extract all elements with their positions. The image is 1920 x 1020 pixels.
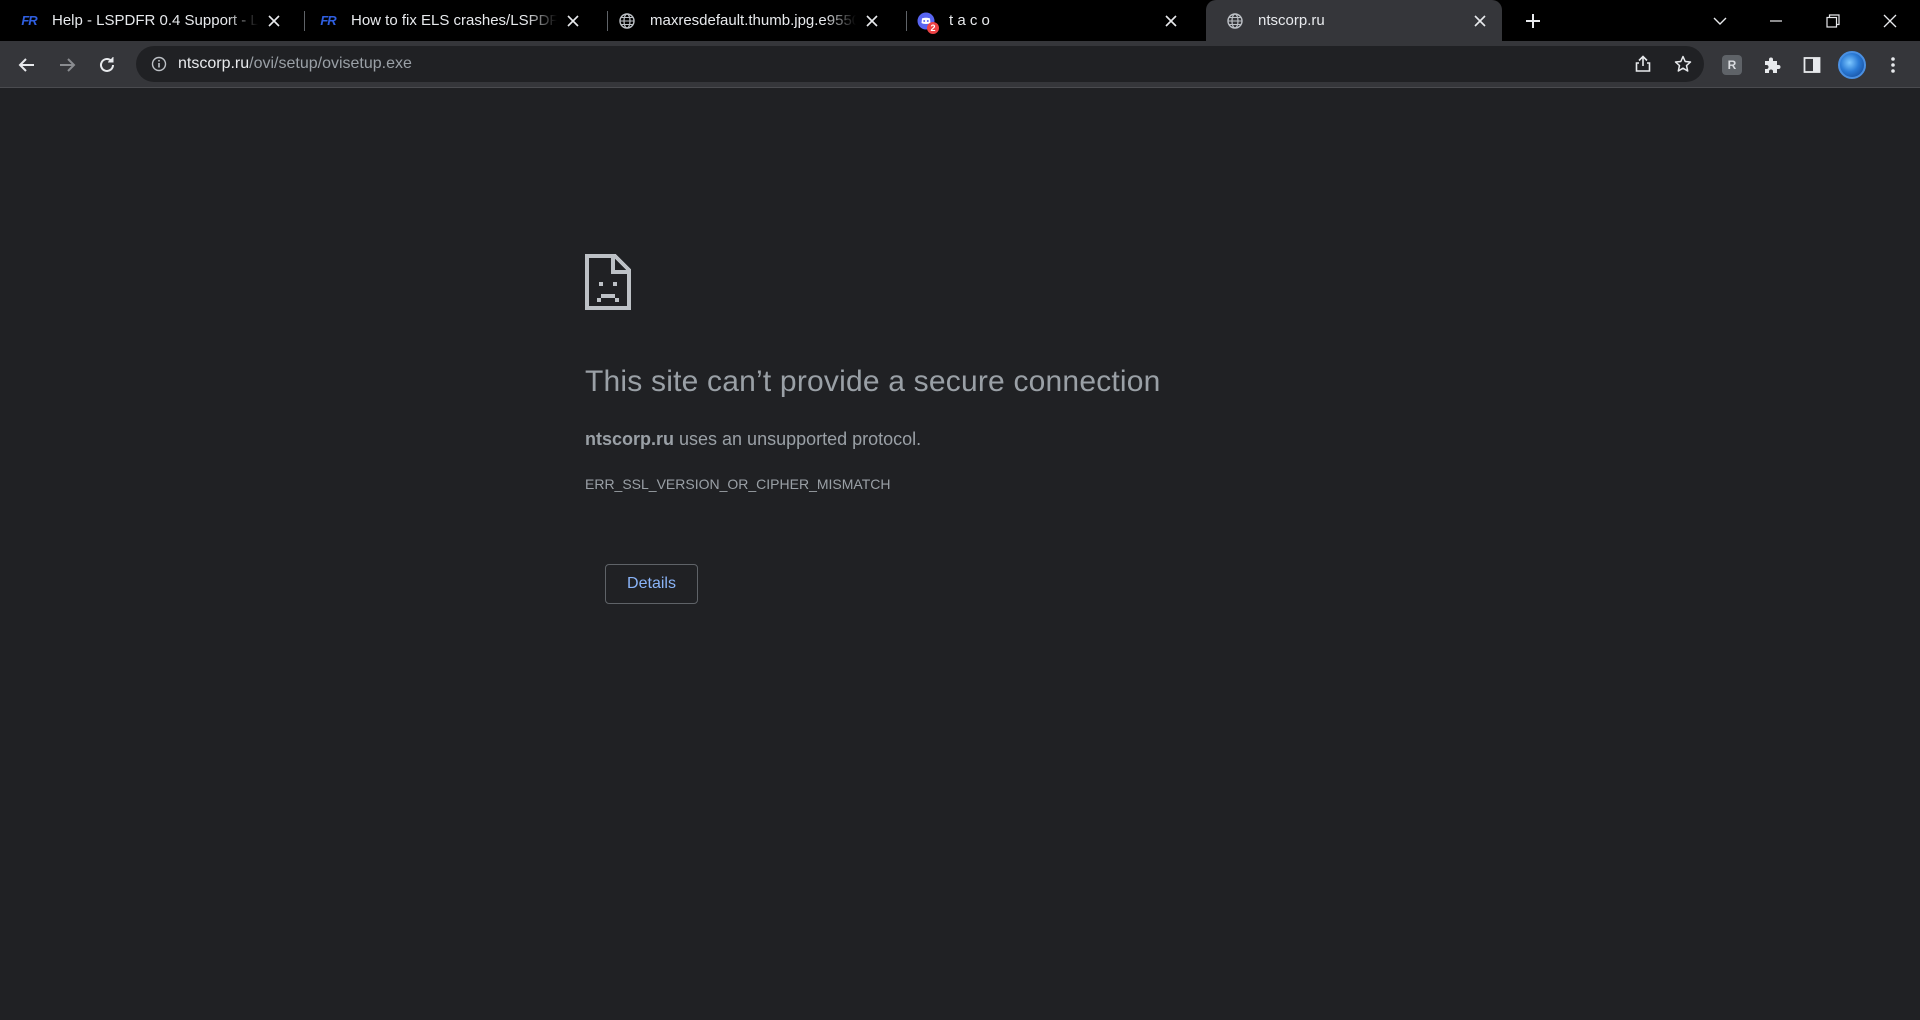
error-description-text: uses an unsupported protocol.	[674, 429, 922, 449]
site-info-icon[interactable]	[149, 54, 169, 74]
error-code: ERR_SSL_VERSION_OR_CIPHER_MISMATCH	[585, 476, 891, 492]
url-path: /ovi/setup/ovisetup.exe	[249, 55, 412, 72]
extension-r-icon[interactable]: R	[1717, 50, 1747, 80]
tab-search-icon[interactable]	[1692, 0, 1748, 41]
tab-title: t a c o	[949, 12, 990, 29]
forward-arrow-icon[interactable]	[52, 50, 82, 80]
reload-icon[interactable]	[92, 50, 122, 80]
tab-title: How to fix ELS crashes/LSPDFR crashes	[351, 12, 557, 29]
error-title: This site can’t provide a secure connect…	[585, 365, 1161, 398]
close-tab-icon[interactable]	[563, 11, 583, 31]
back-arrow-icon[interactable]	[12, 50, 42, 80]
tab-els-crashes[interactable]: FR How to fix ELS crashes/LSPDFR crashes	[299, 0, 595, 41]
address-bar[interactable]: ntscorp.ru/ovi/setup/ovisetup.exe	[136, 46, 1704, 82]
tab-ntscorp[interactable]: ntscorp.ru	[1206, 0, 1502, 41]
restore-icon[interactable]	[1805, 0, 1861, 41]
tab-maxresdefault[interactable]: maxresdefault.thumb.jpg.e95501	[598, 0, 894, 41]
fr-logo-icon: FR	[320, 13, 336, 28]
close-tab-icon[interactable]	[1470, 11, 1490, 31]
window-close-icon[interactable]	[1862, 0, 1918, 41]
url-text[interactable]: ntscorp.ru/ovi/setup/ovisetup.exe	[178, 55, 412, 73]
tab-strip: FR Help - LSPDFR 0.4 Support - LCPDFR.co…	[0, 0, 1920, 41]
close-tab-icon[interactable]	[264, 11, 284, 31]
tab-taco[interactable]: 2 t a c o	[897, 0, 1193, 41]
new-tab-icon[interactable]	[1520, 8, 1546, 34]
bookmark-star-icon[interactable]	[1668, 49, 1698, 79]
tab-title: Help - LSPDFR 0.4 Support - LCPDFR.com	[52, 12, 258, 29]
tab-lspdfr-help[interactable]: FR Help - LSPDFR 0.4 Support - LCPDFR.co…	[0, 0, 296, 41]
globe-icon	[618, 12, 636, 30]
minimize-icon[interactable]	[1748, 0, 1804, 41]
details-button[interactable]: Details	[605, 564, 698, 604]
globe-icon	[1226, 12, 1244, 30]
fr-logo-icon: FR	[21, 13, 37, 28]
url-host: ntscorp.ru	[178, 55, 250, 72]
error-description: ntscorp.ru uses an unsupported protocol.	[585, 429, 921, 450]
side-panel-icon[interactable]	[1797, 50, 1827, 80]
profile-avatar[interactable]	[1837, 50, 1867, 80]
page-content: This site can’t provide a secure connect…	[0, 89, 1920, 1020]
close-tab-icon[interactable]	[1161, 11, 1181, 31]
sad-document-icon	[585, 254, 631, 310]
error-host: ntscorp.ru	[585, 429, 675, 449]
browser-toolbar: ntscorp.ru/ovi/setup/ovisetup.exe R	[0, 41, 1920, 88]
share-icon[interactable]	[1628, 49, 1658, 79]
extensions-puzzle-icon[interactable]	[1757, 50, 1787, 80]
tab-title: maxresdefault.thumb.jpg.e95501	[650, 12, 856, 29]
discord-icon: 2	[917, 12, 939, 34]
tab-title: ntscorp.ru	[1258, 12, 1325, 29]
close-tab-icon[interactable]	[862, 11, 882, 31]
notification-badge: 2	[927, 21, 939, 34]
menu-kebab-icon[interactable]	[1878, 50, 1908, 80]
